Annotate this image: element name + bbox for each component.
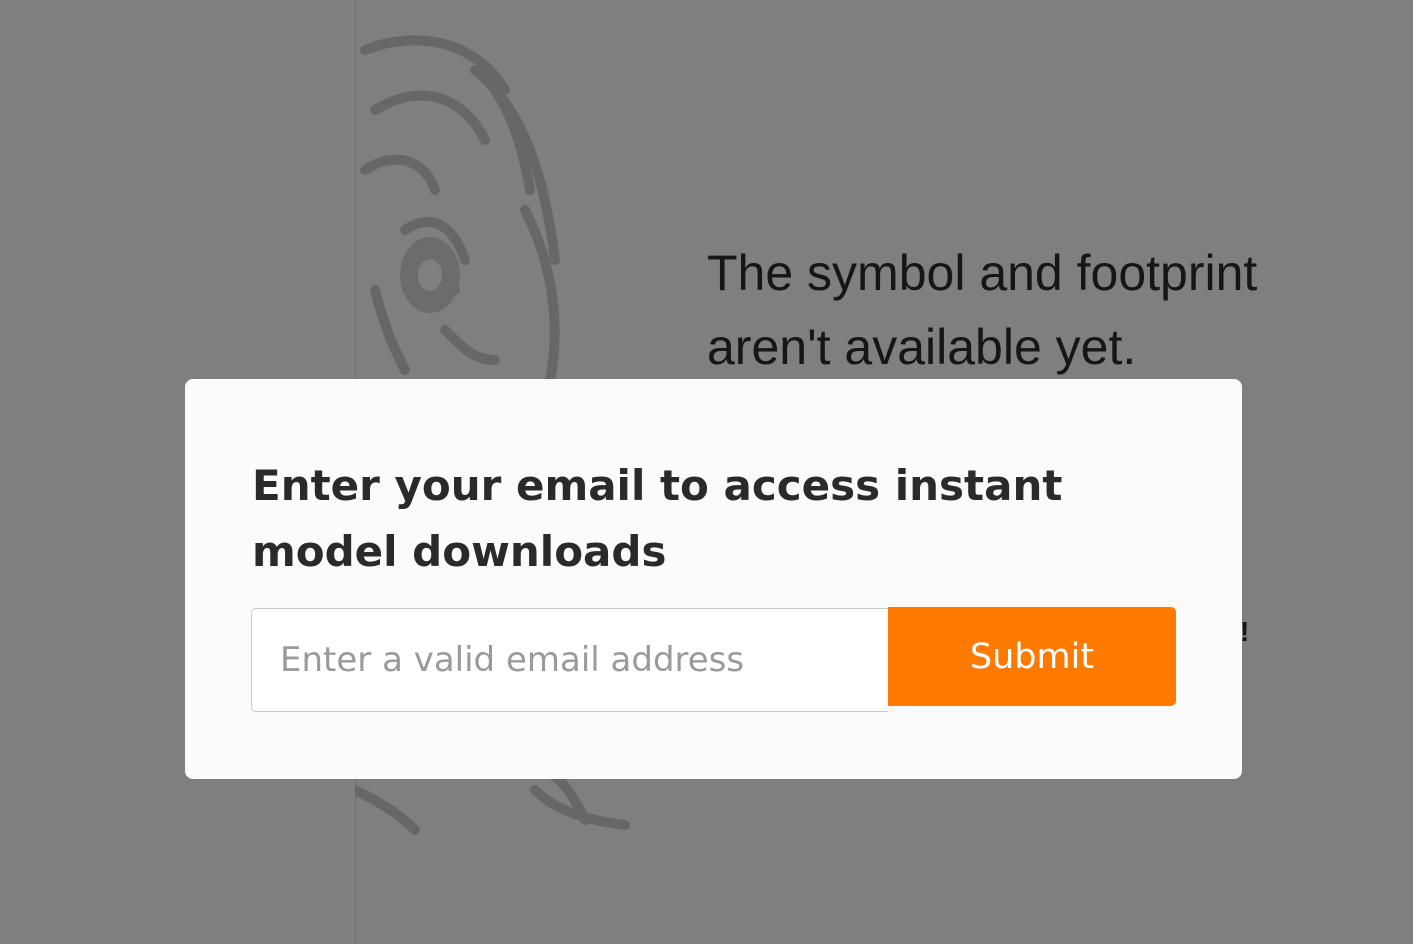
submit-button[interactable]: Submit bbox=[888, 607, 1176, 706]
modal-title: Enter your email to access instant model… bbox=[252, 461, 1063, 576]
email-modal: Enter your email to access instant model… bbox=[185, 379, 1242, 779]
email-input[interactable] bbox=[251, 608, 888, 712]
